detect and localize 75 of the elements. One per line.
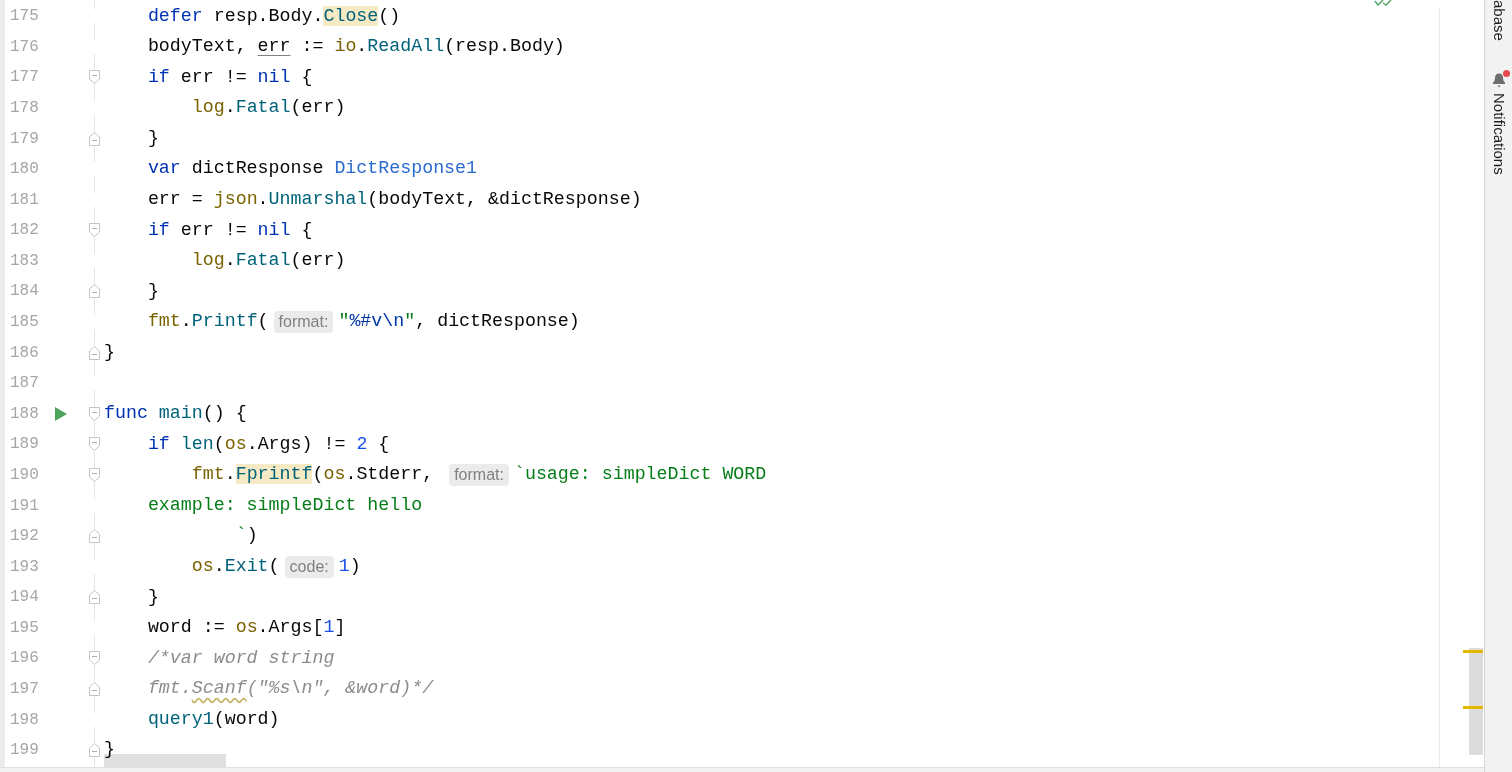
line-number: 182 xyxy=(9,220,40,242)
code-text: func main() { xyxy=(104,402,247,426)
collapse-icon[interactable] xyxy=(88,223,100,238)
line-number: 194 xyxy=(9,587,40,609)
code-text: if err != nil { xyxy=(146,65,313,89)
code-text: if err != nil { xyxy=(146,218,313,242)
warning-marker[interactable] xyxy=(1463,650,1483,653)
line-number: 197 xyxy=(9,679,40,700)
line-number: 195 xyxy=(9,617,40,639)
inspection-check-icon[interactable] xyxy=(1374,0,1394,6)
code-text: } xyxy=(104,340,115,364)
line-number: 179 xyxy=(9,128,40,150)
line-number: 192 xyxy=(9,526,40,548)
line-number: 187 xyxy=(9,373,40,395)
line-number: 180 xyxy=(9,159,40,181)
collapse-icon[interactable] xyxy=(88,437,100,452)
code-text: word := os.Args[1] xyxy=(146,616,346,640)
vertical-scrollbar-thumb[interactable] xyxy=(1469,648,1483,755)
code-text: 1) xyxy=(338,554,361,578)
code-text: /*var word string xyxy=(146,646,335,670)
collapse-icon[interactable] xyxy=(88,682,100,696)
code-text: "%#v\n", dictResponse) xyxy=(338,310,580,334)
code-text: os.Exit( xyxy=(190,554,280,578)
code-text: log.Fatal(err) xyxy=(190,249,346,273)
tool-window-button[interactable]: Notifications xyxy=(1488,70,1509,175)
code-text: defer resp.Body.Close() xyxy=(146,4,401,28)
code-text: `) xyxy=(234,524,258,548)
code-text: err = json.Unmarshal(bodyText, &dictResponse) xyxy=(146,188,642,212)
collapse-icon[interactable] xyxy=(88,284,100,299)
code-text: } xyxy=(146,585,159,609)
code-text: fmt.Fprintf(os.Stderr, xyxy=(190,463,435,487)
collapse-icon[interactable] xyxy=(88,651,100,666)
tool-window-button[interactable]: abase xyxy=(1488,0,1509,41)
code-text: example: simpleDict hello xyxy=(146,493,423,517)
code-text: var dictResponse DictResponse1 xyxy=(146,157,477,181)
collapse-icon[interactable] xyxy=(88,70,100,85)
collapse-icon[interactable] xyxy=(88,406,100,421)
code-text: } xyxy=(104,738,115,762)
line-number: 181 xyxy=(9,189,40,211)
line-number: 184 xyxy=(9,281,40,303)
code-text: fmt.Printf( xyxy=(146,310,269,334)
collapse-icon[interactable] xyxy=(88,345,100,360)
line-number: 178 xyxy=(9,98,40,119)
line-number: 175 xyxy=(9,6,40,28)
collapse-icon[interactable] xyxy=(88,529,100,544)
code-text: fmt.Scanf("%s\n", &word)*/ xyxy=(146,677,434,701)
line-number: 176 xyxy=(9,36,40,58)
collapse-icon[interactable] xyxy=(88,131,100,146)
line-number: 199 xyxy=(9,740,40,762)
code-text: if len(os.Args) != 2 { xyxy=(146,432,390,456)
parameter-hint: format: xyxy=(273,311,334,334)
line-number: 177 xyxy=(9,67,40,89)
warning-marker[interactable] xyxy=(1463,706,1483,709)
collapse-icon[interactable] xyxy=(88,590,100,605)
code-text: query1(word) xyxy=(146,707,280,731)
line-number: 198 xyxy=(9,709,40,731)
line-number: 185 xyxy=(9,312,40,334)
line-number: 186 xyxy=(9,342,40,364)
parameter-hint: format: xyxy=(449,463,509,486)
code-text: } xyxy=(146,279,159,303)
line-number: 189 xyxy=(9,434,40,456)
code-text: `usage: simpleDict WORD xyxy=(513,463,767,487)
line-number: 196 xyxy=(9,648,40,670)
parameter-hint: code: xyxy=(284,555,334,578)
run-icon[interactable] xyxy=(55,406,67,421)
line-number: 190 xyxy=(9,464,40,486)
code-text: log.Fatal(err) xyxy=(190,96,346,120)
code-text: } xyxy=(146,126,159,150)
collapse-icon[interactable] xyxy=(88,743,100,758)
line-number: 183 xyxy=(9,250,40,272)
line-number: 191 xyxy=(9,495,40,517)
line-number: 188 xyxy=(9,403,40,425)
line-number: 193 xyxy=(9,556,40,578)
code-text: bodyText, err := io.ReadAll(resp.Body) xyxy=(146,35,565,59)
collapse-icon[interactable] xyxy=(88,467,100,482)
